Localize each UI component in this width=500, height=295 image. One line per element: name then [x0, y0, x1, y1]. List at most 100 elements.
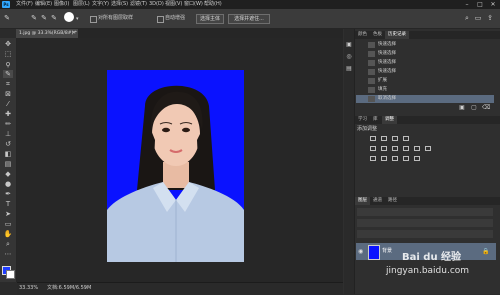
history-item-selected[interactable]: 取消选择: [356, 95, 494, 103]
curves-icon[interactable]: [392, 136, 398, 141]
black-white-icon[interactable]: [403, 146, 409, 151]
posterize-icon[interactable]: [381, 156, 387, 161]
shape-tool-icon[interactable]: ▭: [3, 220, 13, 228]
tab-paths[interactable]: 路径: [385, 197, 400, 205]
new-document-icon[interactable]: ▢: [470, 104, 478, 112]
brush-tool-icon[interactable]: ✏: [3, 120, 13, 128]
menu-select[interactable]: 选择(S): [111, 1, 128, 8]
eraser-tool-icon[interactable]: ◧: [3, 150, 13, 158]
share-icon[interactable]: ⇪: [486, 14, 494, 22]
tab-libraries[interactable]: 库: [370, 116, 381, 124]
gradient-map-icon[interactable]: [403, 156, 409, 161]
subtract-selection-icon[interactable]: ✎: [50, 14, 58, 22]
eyedropper-tool-icon[interactable]: ⁄: [3, 100, 13, 108]
hand-tool-icon[interactable]: ✋: [3, 230, 13, 238]
tab-swatches[interactable]: 色板: [370, 31, 385, 39]
chevron-down-icon[interactable]: ▾: [76, 16, 79, 22]
eye-icon[interactable]: ◉: [358, 248, 363, 255]
document-tab[interactable]: 1.jpg @ 33.3%(RGB/8#) * ✕: [16, 29, 78, 38]
menu-help[interactable]: 帮助(H): [204, 1, 222, 8]
menu-view[interactable]: 视图(V): [165, 1, 182, 8]
more-tools-icon[interactable]: ⋯: [3, 250, 13, 258]
zoom-level[interactable]: 33.33%: [19, 285, 38, 292]
gradient-tool-icon[interactable]: ▤: [3, 160, 13, 168]
lock-row[interactable]: [357, 230, 493, 238]
new-selection-icon[interactable]: ✎: [30, 14, 38, 22]
workspace-icon[interactable]: ▭: [474, 14, 482, 22]
blend-mode-row[interactable]: [357, 219, 493, 227]
history-brush-icon[interactable]: ↺: [3, 140, 13, 148]
zoom-tool-icon[interactable]: ⌕: [3, 240, 13, 248]
tab-layers[interactable]: 图层: [355, 197, 370, 205]
background-color-swatch[interactable]: [6, 270, 15, 279]
threshold-icon[interactable]: [392, 156, 398, 161]
dock-icon-2[interactable]: ◎: [345, 53, 353, 61]
history-item[interactable]: 快速选择: [356, 41, 494, 49]
sample-all-layers-checkbox[interactable]: [90, 16, 97, 23]
move-tool-icon[interactable]: ✥: [3, 40, 13, 48]
trash-icon[interactable]: ⌫: [482, 104, 490, 112]
clone-stamp-icon[interactable]: ⊥: [3, 130, 13, 138]
menu-edit[interactable]: 编辑(E): [35, 1, 52, 8]
history-item[interactable]: 快速选择: [356, 50, 494, 58]
menu-window[interactable]: 窗口(W): [184, 1, 203, 8]
type-tool-icon[interactable]: T: [3, 200, 13, 208]
brush-size-picker[interactable]: [64, 12, 74, 22]
dock-icon-3[interactable]: ▤: [345, 65, 353, 73]
levels-icon[interactable]: [381, 136, 387, 141]
dock-icon-1[interactable]: ▣: [345, 41, 353, 49]
tab-channels[interactable]: 通道: [370, 197, 385, 205]
channel-mixer-icon[interactable]: [425, 146, 431, 151]
menu-3d[interactable]: 3D(D): [149, 1, 164, 8]
frame-tool-icon[interactable]: ⊠: [3, 90, 13, 98]
pen-tool-icon[interactable]: ✒: [3, 190, 13, 198]
menu-file[interactable]: 文件(F): [16, 1, 33, 8]
marquee-tool-icon[interactable]: ⬚: [3, 50, 13, 58]
quick-select-tool-button[interactable]: ✎: [3, 70, 13, 78]
color-balance-icon[interactable]: [392, 146, 398, 151]
add-selection-icon[interactable]: ✎: [40, 14, 48, 22]
tab-learn[interactable]: 学习: [355, 116, 370, 124]
brush-icon: [368, 69, 375, 75]
history-item[interactable]: 快速选择: [356, 68, 494, 76]
close-tab-icon[interactable]: ✕: [72, 29, 76, 38]
auto-enhance-checkbox[interactable]: [157, 16, 164, 23]
history-item[interactable]: 填充: [356, 86, 494, 94]
selective-color-icon[interactable]: [414, 156, 420, 161]
chevron-right-icon[interactable]: ›: [85, 285, 87, 292]
menu-layer[interactable]: 图层(L): [73, 1, 90, 8]
select-and-mask-button[interactable]: 选择并遮住...: [228, 14, 270, 24]
menu-filter[interactable]: 滤镜(T): [130, 1, 147, 8]
watermark-logo: Bai du 经验: [402, 252, 462, 263]
invert-icon[interactable]: [370, 156, 376, 161]
watermark-url: jingyan.baidu.com: [386, 266, 470, 276]
vibrance-icon[interactable]: [370, 146, 376, 151]
dodge-tool-icon[interactable]: ●: [3, 180, 13, 188]
quick-select-tool-icon[interactable]: ✎: [3, 14, 11, 22]
search-icon[interactable]: ⌕: [463, 14, 471, 22]
menu-image[interactable]: 图像(I): [54, 1, 69, 8]
exposure-icon[interactable]: [403, 136, 409, 141]
path-select-icon[interactable]: ➤: [3, 210, 13, 218]
tab-color[interactable]: 颜色: [355, 31, 370, 39]
maximize-button[interactable]: □: [475, 1, 485, 8]
select-subject-button[interactable]: 选择主体: [196, 14, 224, 24]
snapshot-icon[interactable]: ▣: [458, 104, 466, 112]
blur-tool-icon[interactable]: ◆: [3, 170, 13, 178]
close-button[interactable]: ✕: [488, 1, 498, 8]
lock-icon: 🔒: [482, 248, 490, 255]
status-bar: 33.33% 文档:6.59M/6.59M ›: [17, 282, 343, 295]
layer-filter-row[interactable]: [357, 208, 493, 216]
history-item[interactable]: 快速选择: [356, 59, 494, 67]
brightness-icon[interactable]: [370, 136, 376, 141]
minimize-button[interactable]: –: [462, 1, 472, 8]
photo-filter-icon[interactable]: [414, 146, 420, 151]
lasso-tool-icon[interactable]: ϙ: [3, 60, 13, 68]
history-item[interactable]: 扩展: [356, 77, 494, 85]
menu-type[interactable]: 文字(Y): [92, 1, 109, 8]
hue-saturation-icon[interactable]: [381, 146, 387, 151]
tab-adjustments[interactable]: 调整: [382, 116, 397, 124]
healing-brush-icon[interactable]: ✚: [3, 110, 13, 118]
tab-history[interactable]: 历史记录: [385, 31, 409, 39]
crop-tool-icon[interactable]: ⌗: [3, 80, 13, 88]
